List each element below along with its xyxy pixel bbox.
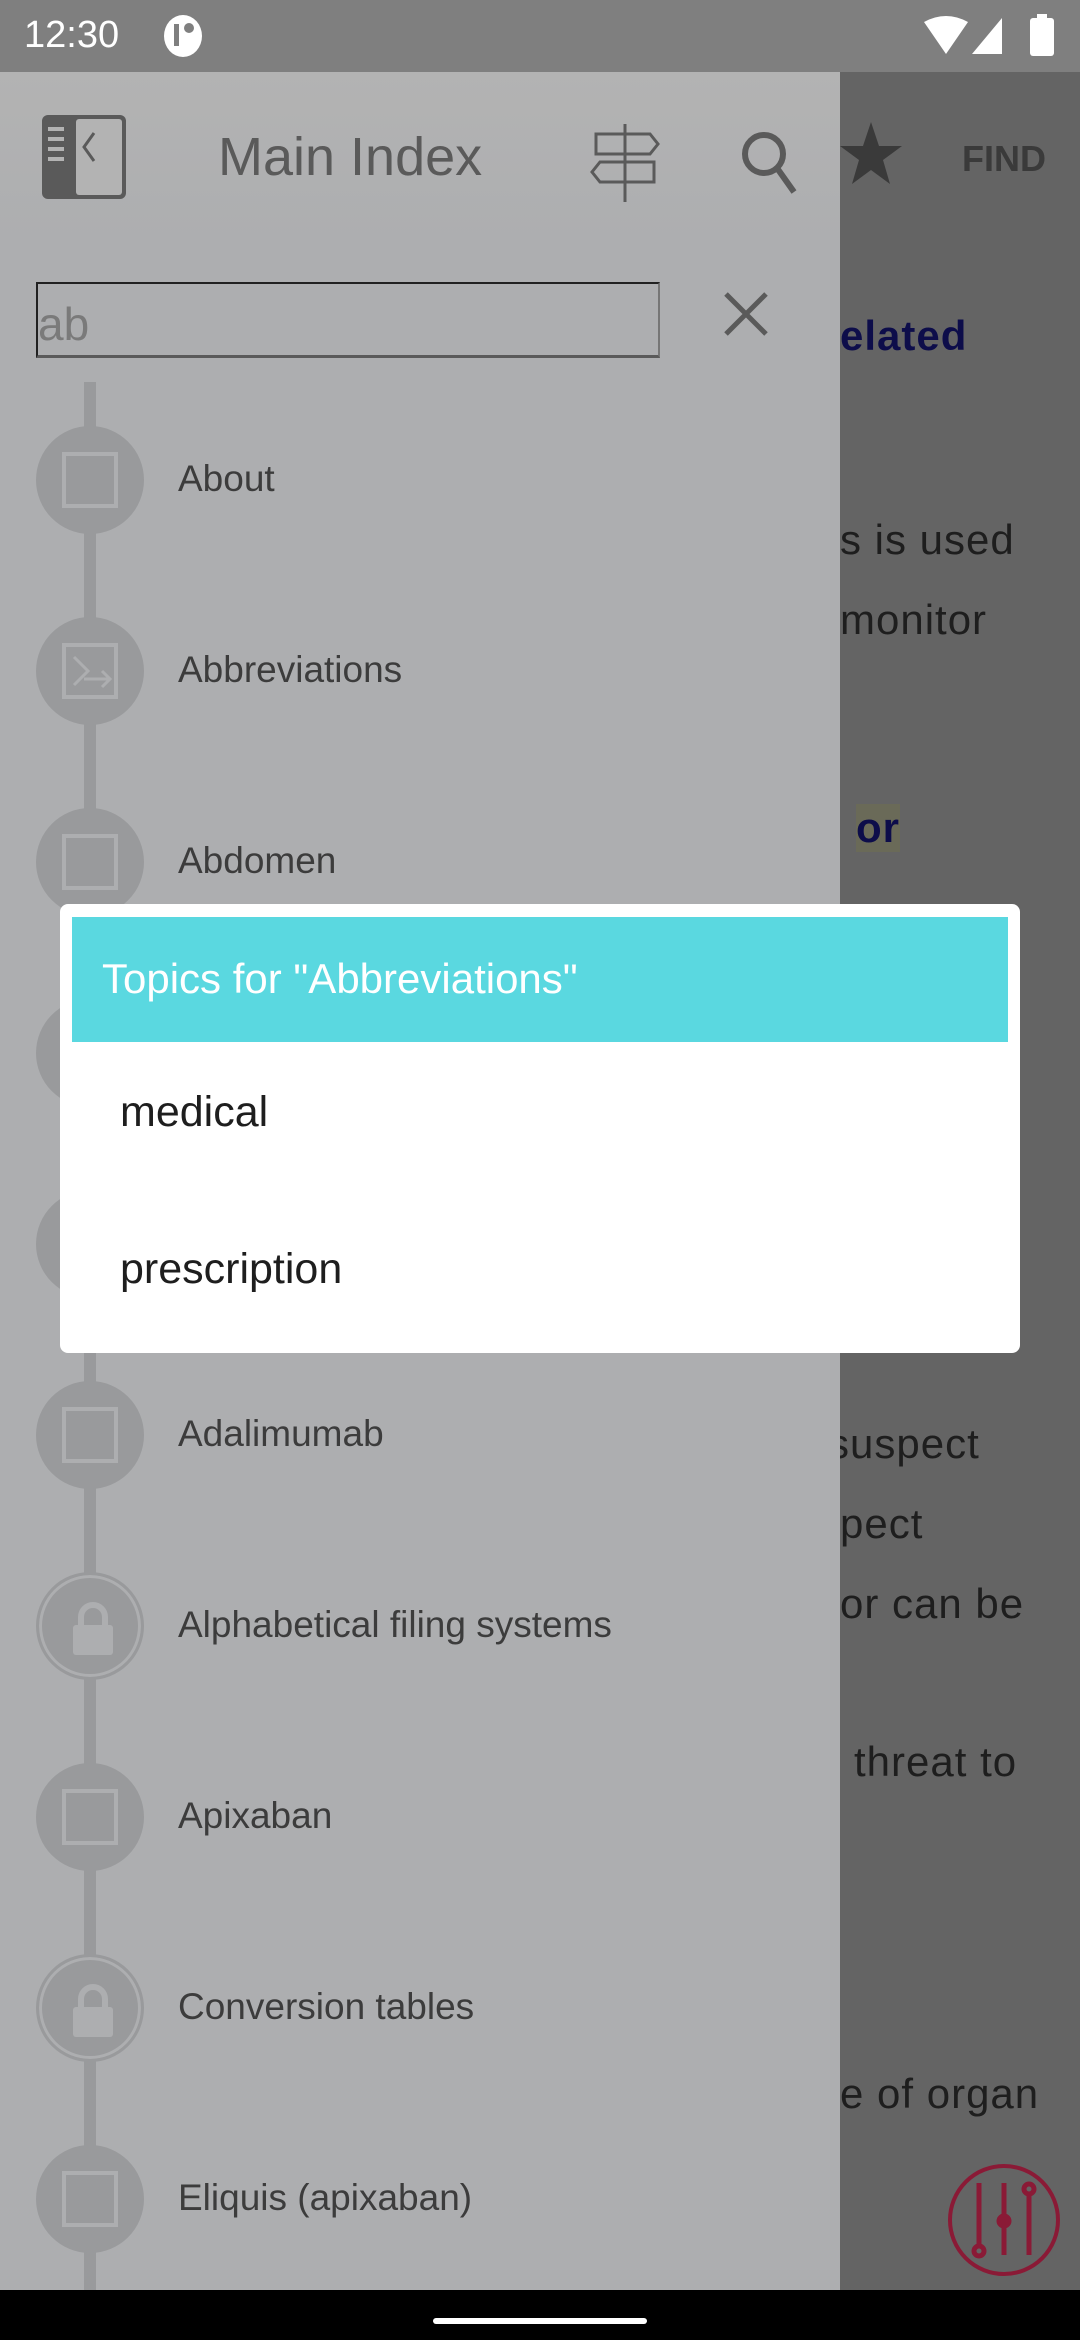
filter-sliders-fab[interactable] xyxy=(947,2163,1061,2277)
list-item[interactable]: Alphabetical filing systems xyxy=(0,1566,840,1686)
square-icon xyxy=(62,2171,118,2227)
content-text: threat to xyxy=(854,1738,1018,1785)
list-item-label: About xyxy=(178,458,275,499)
search-input[interactable] xyxy=(36,282,660,358)
search-icon[interactable] xyxy=(740,130,798,196)
list-item-label: Abdomen xyxy=(178,840,337,881)
list-item-icon-circle xyxy=(36,1954,144,2062)
topics-dialog: Topics for "Abbreviations" medical presc… xyxy=(60,904,1020,1353)
list-item-icon-circle xyxy=(36,617,144,725)
list-item[interactable]: Apixaban xyxy=(0,1757,840,1877)
find-button[interactable]: FIND xyxy=(962,138,1046,180)
list-item[interactable]: Adalimumab xyxy=(0,1375,840,1495)
list-item-label: Apixaban xyxy=(178,1795,333,1836)
star-icon[interactable] xyxy=(840,120,902,186)
dialog-title: Topics for "Abbreviations" xyxy=(72,917,1008,1042)
topic-item-medical[interactable]: medical xyxy=(120,1088,268,1137)
close-drawer-icon[interactable] xyxy=(40,113,128,201)
notification-icon xyxy=(164,15,202,57)
clear-search-icon[interactable] xyxy=(718,286,774,342)
list-item[interactable]: Eliquis (apixaban) xyxy=(0,2139,840,2259)
signal-icon xyxy=(972,18,1002,54)
content-text: s is used xyxy=(840,516,1015,563)
lock-icon xyxy=(73,1602,113,1655)
list-item-icon-circle xyxy=(36,1763,144,1871)
square-icon xyxy=(62,1789,118,1845)
content-text: pect xyxy=(840,1500,924,1547)
home-handle[interactable] xyxy=(433,2318,647,2324)
topic-item-prescription[interactable]: prescription xyxy=(120,1245,342,1294)
content-text: e of organ xyxy=(840,2070,1040,2117)
content-text: or xyxy=(856,804,900,852)
list-item-icon-circle xyxy=(36,2145,144,2253)
status-bar: 12:30 xyxy=(0,0,1080,72)
list-item[interactable]: Abbreviations xyxy=(0,611,840,731)
content-text: suspect xyxy=(840,1420,980,1467)
status-time: 12:30 xyxy=(24,14,120,56)
list-item-icon-circle xyxy=(36,1381,144,1489)
list-item-icon-circle xyxy=(36,426,144,534)
square-icon xyxy=(62,452,118,508)
drawer-title: Main Index xyxy=(218,127,483,187)
list-item-label: Conversion tables xyxy=(178,1986,475,2027)
list-item-label: Eliquis (apixaban) xyxy=(178,2177,473,2218)
content-text: or can be xyxy=(840,1580,1025,1627)
square-icon xyxy=(62,834,118,890)
content-text: elated xyxy=(840,312,968,359)
drawer-header: Main Index xyxy=(0,72,840,240)
wifi-icon xyxy=(924,16,968,54)
list-item-icon-circle xyxy=(36,808,144,916)
navigation-bar xyxy=(0,2290,1080,2340)
list-item-icon-circle xyxy=(36,1572,144,1680)
list-item-label: Alphabetical filing systems xyxy=(178,1604,612,1645)
abbreviation-icon xyxy=(62,643,118,699)
list-item[interactable]: Conversion tables xyxy=(0,1948,840,2068)
list-item-label: Adalimumab xyxy=(178,1413,384,1454)
signpost-icon[interactable] xyxy=(588,124,662,202)
list-item[interactable]: About xyxy=(0,420,840,540)
square-icon xyxy=(62,1407,118,1463)
lock-icon xyxy=(73,1984,113,2037)
list-item-label: Abbreviations xyxy=(178,649,403,690)
content-text: monitor xyxy=(840,596,988,643)
battery-icon xyxy=(1030,14,1054,56)
